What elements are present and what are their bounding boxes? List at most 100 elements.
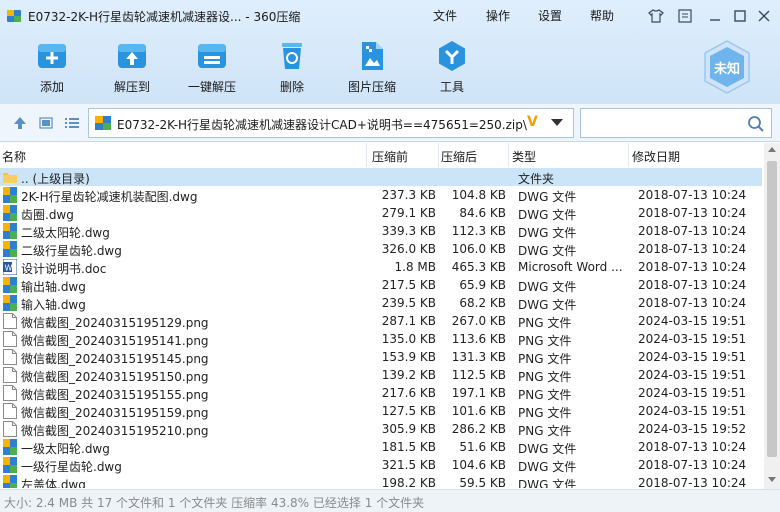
file-name: 微信截图_20240315195129.png [21, 316, 209, 330]
file-date: 2024-03-15 19:51 [638, 350, 747, 364]
list-item[interactable]: 微信截图_20240315195145.png 153.9 KB 131.3 KB P… [0, 348, 762, 366]
file-type: DWG 文件 [518, 226, 577, 240]
col-divider[interactable] [366, 143, 367, 167]
file-type: DWG 文件 [518, 280, 577, 294]
dwg-file-icon [3, 205, 17, 221]
file-type: DWG 文件 [518, 190, 577, 204]
col-divider[interactable] [628, 143, 629, 167]
list-item-parent-dir[interactable]: .. (上级目录) 文件夹 [0, 168, 762, 186]
maximize-icon[interactable] [730, 6, 750, 26]
list-item[interactable]: 2K-H行星齿轮减速机装配图.dwg 237.3 KB 104.8 KB DWG 文件… [0, 186, 762, 204]
list-item[interactable]: W 设计说明书.doc 1.8 MB 465.3 KB Microsoft Word .… [0, 258, 762, 276]
file-packed-size: 286.2 KB [451, 422, 506, 436]
file-name: 输出轴.dwg [21, 280, 86, 294]
list-item[interactable]: 二级太阳轮.dwg 339.3 KB 112.3 KB DWG 文件 2018-07-1… [0, 222, 762, 240]
file-name: 二级太阳轮.dwg [21, 226, 110, 240]
col-name[interactable]: 名称 [2, 148, 26, 165]
file-date: 2018-07-13 10:24 [638, 278, 747, 292]
image-compress-icon [362, 42, 383, 70]
file-type: DWG 文件 [518, 208, 577, 222]
svg-text:W: W [5, 264, 13, 273]
feedback-icon[interactable] [675, 6, 695, 26]
file-size: 153.9 KB [381, 350, 436, 364]
file-size: 198.2 KB [381, 476, 436, 488]
dwg-file-icon [3, 475, 17, 488]
scroll-up-icon[interactable] [768, 147, 776, 152]
list-item[interactable]: 微信截图_20240315195159.png 127.5 KB 101.6 KB P… [0, 402, 762, 420]
file-size: 1.8 MB [394, 260, 436, 274]
col-packed[interactable]: 压缩前 [372, 148, 408, 165]
file-type: PNG 文件 [518, 406, 572, 420]
list-item[interactable]: 输入轴.dwg 239.5 KB 68.2 KB DWG 文件 2018-07-13 1… [0, 294, 762, 312]
trash-icon [282, 43, 302, 69]
list-item[interactable]: 二级行星齿轮.dwg 326.0 KB 106.0 KB DWG 文件 2018-07-… [0, 240, 762, 258]
menu-help[interactable]: 帮助 [590, 7, 614, 24]
list-item[interactable]: 微信截图_20240315195155.png 217.6 KB 197.1 KB P… [0, 384, 762, 402]
file-packed-size: 104.6 KB [451, 458, 506, 472]
close-icon[interactable] [754, 6, 774, 26]
status-badge[interactable]: 未知 [702, 40, 752, 94]
dwg-file-icon [3, 223, 17, 239]
menu-operate[interactable]: 操作 [486, 7, 510, 24]
search-input[interactable] [580, 108, 772, 138]
window-title: E0732-2K-H行星齿轮减速机减速器设... - 360压缩 [28, 10, 301, 24]
view-list-icon[interactable] [64, 115, 80, 131]
scroll-down-icon[interactable] [768, 477, 776, 482]
add-button[interactable]: 添加 [12, 36, 92, 98]
image-compress-button[interactable]: 图片压缩 [332, 36, 412, 98]
file-size: 287.1 KB [381, 314, 436, 328]
scrollbar-thumb[interactable] [767, 161, 777, 457]
file-size: 237.3 KB [381, 188, 436, 202]
up-arrow-icon[interactable] [12, 115, 28, 131]
file-name: .. (上级目录) [21, 172, 90, 186]
file-date: 2024-03-15 19:51 [638, 368, 747, 382]
verified-v-icon: V [527, 114, 538, 130]
file-size: 326.0 KB [381, 242, 436, 256]
file-name: 微信截图_20240315195155.png [21, 388, 209, 402]
address-input[interactable]: E0732-2K-H行星齿轮减速机减速器设计CAD+说明书==475651=25… [88, 108, 574, 138]
tools-button[interactable]: 工具 [412, 36, 492, 98]
list-item[interactable]: 左盖体.dwg 198.2 KB 59.5 KB DWG 文件 2018-07-13 1… [0, 474, 762, 488]
file-type: PNG 文件 [518, 424, 572, 438]
file-packed-size: 131.3 KB [451, 350, 506, 364]
file-packed-size: 65.9 KB [459, 278, 506, 292]
file-type: 文件夹 [518, 172, 555, 186]
view-detail-icon[interactable] [38, 115, 54, 131]
png-file-icon [3, 403, 17, 419]
menu-file[interactable]: 文件 [433, 7, 457, 24]
title-bar: E0732-2K-H行星齿轮减速机减速器设... - 360压缩 文件 操作 设… [0, 0, 780, 32]
dwg-file-icon [3, 295, 17, 311]
col-modified[interactable]: 修改日期 [632, 148, 680, 165]
file-date: 2018-07-13 10:24 [638, 296, 747, 310]
file-size: 279.1 KB [381, 206, 436, 220]
address-bar-row: E0732-2K-H行星齿轮减速机减速器设计CAD+说明书==475651=25… [0, 104, 780, 142]
minimize-icon[interactable] [705, 6, 725, 26]
list-item[interactable]: 齿圈.dwg 279.1 KB 84.6 KB DWG 文件 2018-07-13 10… [0, 204, 762, 222]
skin-shirt-icon[interactable] [646, 6, 666, 26]
list-item[interactable]: 输出轴.dwg 217.5 KB 65.9 KB DWG 文件 2018-07-13 1… [0, 276, 762, 294]
list-item[interactable]: 微信截图_20240315195129.png 287.1 KB 267.0 KB P… [0, 312, 762, 330]
menu-settings[interactable]: 设置 [538, 7, 562, 24]
file-date: 2024-03-15 19:51 [638, 386, 747, 400]
list-item[interactable]: 一级行星齿轮.dwg 321.5 KB 104.6 KB DWG 文件 2018-07-… [0, 456, 762, 474]
file-date: 2024-03-15 19:51 [638, 404, 747, 418]
delete-button[interactable]: 删除 [252, 36, 332, 98]
col-unpacked[interactable]: 压缩后 [441, 148, 477, 165]
vertical-scrollbar[interactable] [764, 143, 780, 489]
chevron-down-icon[interactable] [551, 119, 563, 126]
list-item[interactable]: 一级太阳轮.dwg 181.5 KB 51.6 KB DWG 文件 2018-07-13… [0, 438, 762, 456]
add-button-label: 添加 [39, 80, 64, 94]
col-type[interactable]: 类型 [512, 148, 536, 165]
col-divider[interactable] [438, 143, 439, 167]
one-click-extract-button[interactable]: 一键解压 [172, 36, 252, 98]
extract-to-button[interactable]: 解压到 [92, 36, 172, 98]
col-divider[interactable] [508, 143, 509, 167]
file-name: 齿圈.dwg [21, 208, 74, 222]
list-item[interactable]: 微信截图_20240315195141.png 135.0 KB 113.6 KB P… [0, 330, 762, 348]
file-date: 2018-07-13 10:24 [638, 224, 747, 238]
search-icon[interactable] [747, 115, 765, 133]
list-item[interactable]: 微信截图_20240315195210.png 305.9 KB 286.2 KB P… [0, 420, 762, 438]
list-item[interactable]: 微信截图_20240315195150.png 139.2 KB 112.5 KB P… [0, 366, 762, 384]
file-type: PNG 文件 [518, 334, 572, 348]
file-size: 217.5 KB [381, 278, 436, 292]
